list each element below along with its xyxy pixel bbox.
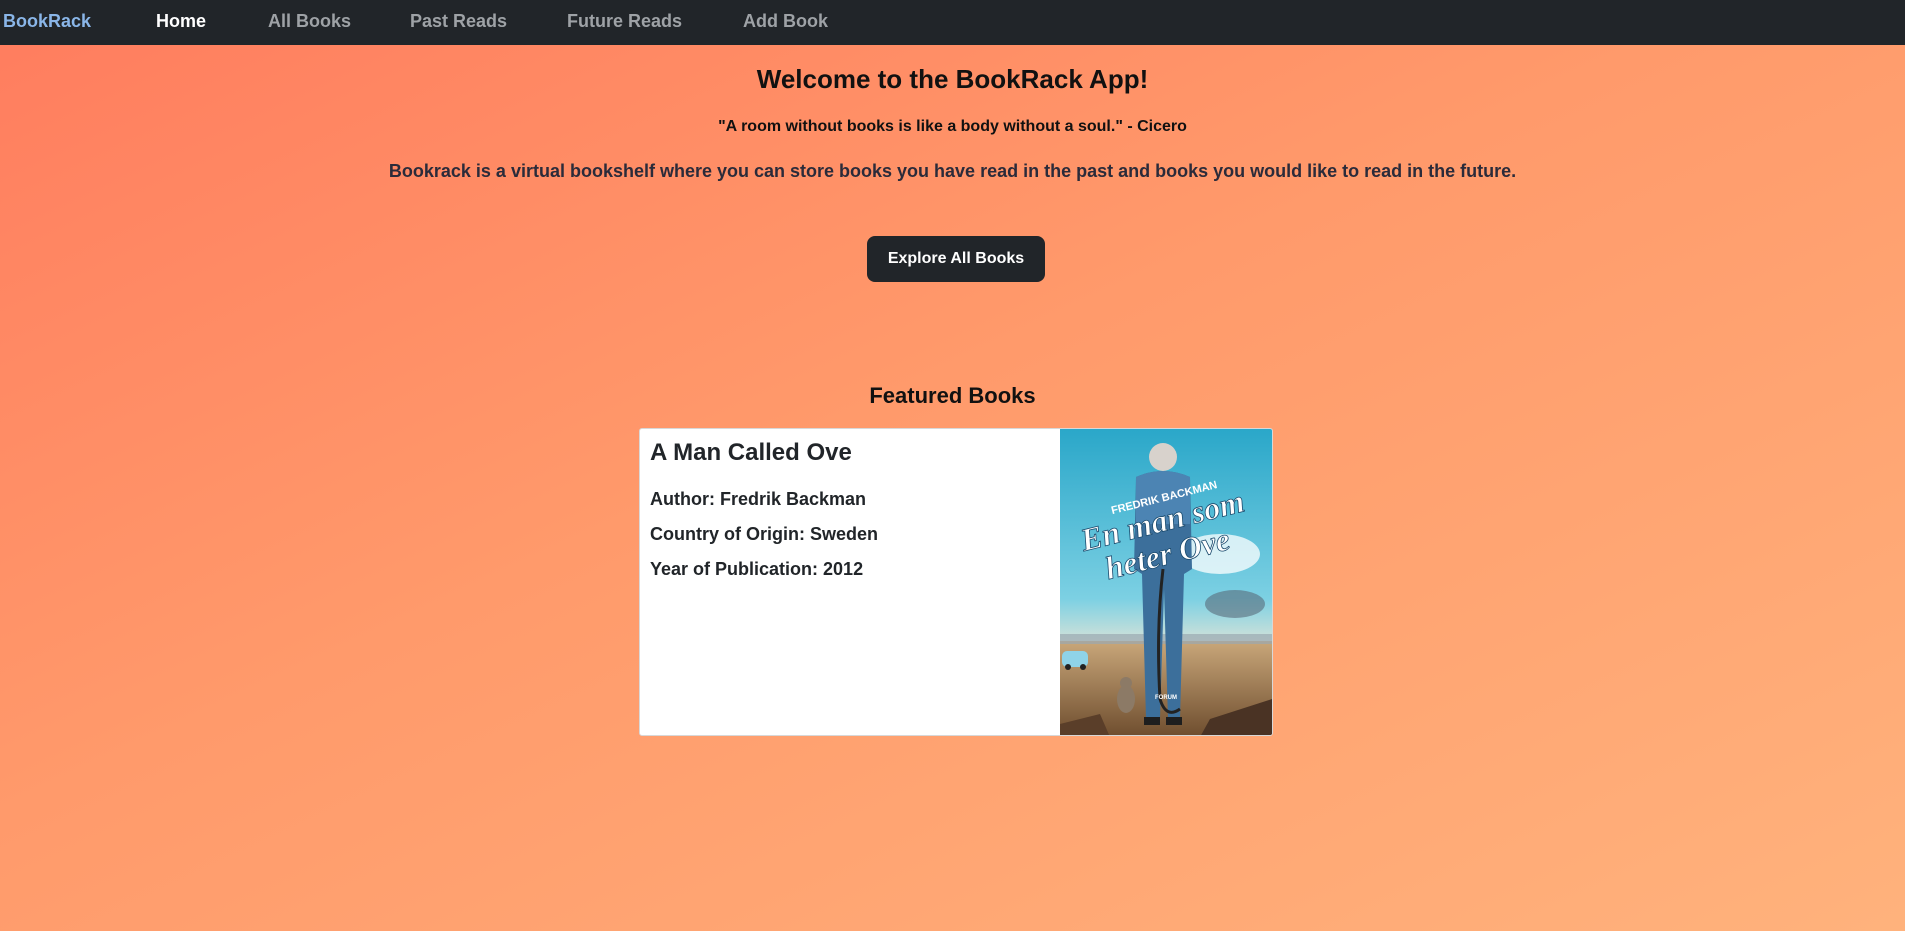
nav-link-home[interactable]: Home	[156, 11, 206, 32]
book-info: A Man Called Ove Author: Fredrik Backman…	[650, 439, 878, 594]
book-country: Country of Origin: Sweden	[650, 524, 878, 544]
nav-link-past-reads[interactable]: Past Reads	[410, 11, 507, 32]
brand-link[interactable]: BookRack	[3, 11, 91, 32]
cover-publisher-text: FORUM	[1155, 695, 1177, 701]
explore-all-books-button[interactable]: Explore All Books	[867, 236, 1045, 282]
nav-link-future-reads[interactable]: Future Reads	[567, 11, 682, 32]
featured-books-heading: Featured Books	[869, 383, 1036, 408]
nav-link-add-book[interactable]: Add Book	[743, 11, 828, 32]
hero-quote: "A room without books is like a body wit…	[718, 118, 1187, 135]
nav-link-all-books[interactable]: All Books	[268, 11, 351, 32]
book-title: A Man Called Ove	[650, 439, 852, 466]
book-year: Year of Publication: 2012	[650, 559, 864, 579]
book-author: Author: Fredrik Backman	[650, 489, 867, 509]
featured-book-card[interactable]: A Man Called Ove Author: Fredrik Backman…	[639, 428, 1273, 736]
page-title: Welcome to the BookRack App!	[756, 64, 1149, 94]
book-cover-image: FREDRIK BACKMAN En man som heter Ove FOR…	[1060, 429, 1272, 735]
hero-description: Bookrack is a virtual bookshelf where yo…	[388, 161, 1517, 181]
navbar: BookRack Home All Books Past Reads Futur…	[0, 0, 1905, 45]
